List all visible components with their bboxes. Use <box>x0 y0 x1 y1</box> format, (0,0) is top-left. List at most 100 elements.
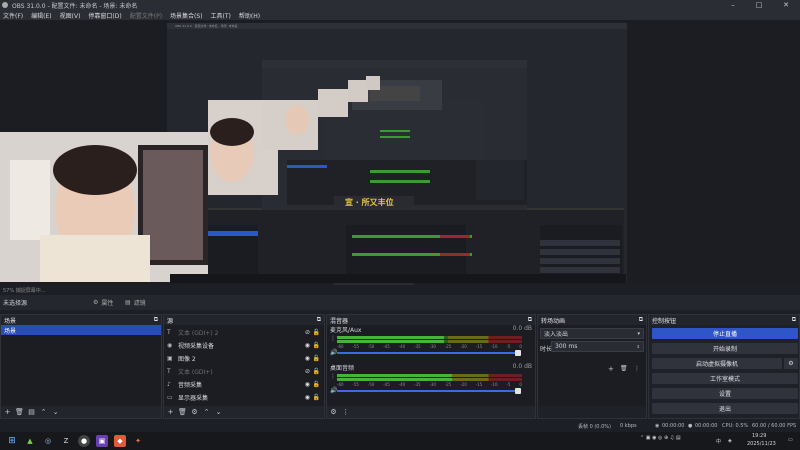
meter-ticks: -60 -55 -50 -45 -40 -35 -30 -25 -20 -15 -10 -5 0 <box>337 344 522 349</box>
volume-slider[interactable] <box>337 390 517 392</box>
source-row[interactable]: ▣ 图像 2 ◉ 🔓 <box>164 352 324 365</box>
source-row[interactable]: ◉ 视频采集设备 ◉ 🔓 <box>164 339 324 352</box>
scenes-list: 场景 <box>1 325 161 406</box>
lock-icon[interactable]: 🔓 <box>313 342 320 349</box>
source-row[interactable]: T 文本 (GDI+) ⊘ 🔓 <box>164 365 324 378</box>
chevron-down-icon[interactable]: ⌄ <box>214 408 223 417</box>
studio-mode-button[interactable]: 工作室模式 <box>652 373 798 384</box>
menu-profile[interactable]: 配置文件(P) <box>130 11 162 20</box>
minimize-button[interactable]: – <box>720 0 746 10</box>
meter-tick-label: -50 <box>367 344 375 349</box>
source-name: 音频采集 <box>178 382 203 389</box>
meter-tick-label: -30 <box>429 344 436 349</box>
preview-area[interactable]: 宣 · 所又丰位 OBS 31.0.0 - 配置文件: 未命名 - 场景: 未命… <box>0 20 800 285</box>
more-options-icon[interactable]: ⋮ <box>330 335 336 342</box>
input-language[interactable]: 中 <box>716 438 721 445</box>
tray-icons[interactable]: ⌃ ▣ ◉ ◎ ⊕ ♫ ▤ <box>640 435 681 441</box>
dock-undock-icon[interactable]: ⧉ <box>317 316 321 324</box>
mixer-channels: 麦克风/Aux 0.0 dB ⋮ -60 -55 -50 -45 -40 -35 -30 -2… <box>327 325 535 406</box>
menu-edit[interactable]: 编辑(E) <box>31 11 51 20</box>
more-options-icon[interactable]: ⋮ <box>330 373 336 380</box>
gear-icon[interactable]: ⚙ <box>190 408 199 417</box>
windows-start-icon[interactable]: ⊞ <box>6 435 18 447</box>
gear-icon[interactable]: ⚙ <box>329 408 338 417</box>
add-icon[interactable]: + <box>3 408 12 417</box>
source-row[interactable]: ♪ 音频采集 ◉ 🔓 <box>164 378 324 391</box>
eye-hidden-icon[interactable]: ⊘ <box>305 329 310 336</box>
dock-undock-icon[interactable]: ⧉ <box>528 316 532 324</box>
audio-meter <box>337 340 522 343</box>
lock-icon[interactable]: 🔓 <box>313 355 320 362</box>
network-icon[interactable]: ◈ <box>728 438 732 444</box>
scenes-dock-title: 场景 <box>4 317 17 325</box>
trash-icon[interactable]: 🗑 <box>15 408 24 417</box>
maximize-button[interactable]: □ <box>746 0 772 10</box>
more-options-icon[interactable]: ⋮ <box>341 408 350 417</box>
exit-button[interactable]: 退出 <box>652 403 798 414</box>
transition-select[interactable]: 淡入淡出 ▾ <box>540 328 644 339</box>
app-icon[interactable]: ◆ <box>114 435 126 447</box>
filters-button[interactable]: ▤ 滤镜 <box>125 297 146 308</box>
menu-view[interactable]: 视图(V) <box>60 11 81 20</box>
trash-icon[interactable]: 🗑 <box>620 365 628 372</box>
source-toolbar: 未选择源 ⚙ 属性 ▤ 滤镜 <box>0 295 800 310</box>
properties-button[interactable]: ⚙ 属性 <box>93 297 113 308</box>
captured-taskbar <box>170 274 626 283</box>
notification-icon[interactable]: ▭ <box>788 437 793 443</box>
steam-icon[interactable]: ◎ <box>42 435 54 447</box>
lock-icon[interactable]: 🔓 <box>313 381 320 388</box>
volume-slider-knob[interactable] <box>515 350 521 356</box>
eye-icon[interactable]: ◉ <box>305 342 310 349</box>
menu-help[interactable]: 帮助(H) <box>239 11 260 20</box>
menu-scene-collection[interactable]: 场景集合(S) <box>170 11 203 20</box>
eye-hidden-icon[interactable]: ⊘ <box>305 368 310 375</box>
scene-item[interactable]: 场景 <box>1 325 161 335</box>
stop-streaming-button[interactable]: 停止直播 <box>652 328 798 339</box>
trash-icon[interactable]: 🗑 <box>178 408 187 417</box>
add-icon[interactable]: + <box>608 365 614 373</box>
obs-icon[interactable]: ● <box>78 435 90 447</box>
filter-icon[interactable]: ▤ <box>27 408 36 417</box>
audio-meter <box>337 336 522 339</box>
dock-undock-icon[interactable]: ⧉ <box>792 316 796 324</box>
chevron-up-icon[interactable]: ⌃ <box>202 408 211 417</box>
lock-icon[interactable]: 🔓 <box>313 394 320 401</box>
chevron-up-icon[interactable]: ⌃ <box>39 408 48 417</box>
settings-button[interactable]: 设置 <box>652 388 798 399</box>
menu-tools[interactable]: 工具(T) <box>211 11 231 20</box>
gear-icon[interactable]: ⚙ <box>784 358 798 369</box>
eye-icon[interactable]: ◉ <box>305 394 310 401</box>
eye-icon[interactable]: ◉ <box>305 355 310 362</box>
source-row[interactable]: ▭ 显示器采集 ◉ 🔓 <box>164 391 324 404</box>
meter-tick-label: -55 <box>352 382 359 387</box>
menu-file[interactable]: 文件(F) <box>3 11 23 20</box>
duration-input[interactable]: 300 ms ⇕ <box>551 341 644 352</box>
volume-slider[interactable] <box>337 352 517 354</box>
meter-tick-label: -35 <box>414 344 421 349</box>
source-row[interactable]: T 文本 (GDI+) 2 ⊘ 🔓 <box>164 326 324 339</box>
add-icon[interactable]: + <box>166 408 175 417</box>
clock-date[interactable]: 2025/11/23 <box>747 441 776 447</box>
lock-icon[interactable]: 🔓 <box>313 368 320 375</box>
audio-meter-fill <box>337 336 445 339</box>
close-button[interactable]: ✕ <box>773 0 799 10</box>
menu-docks[interactable]: 停靠窗口(D) <box>88 11 121 20</box>
app-icon[interactable]: ✦ <box>132 435 144 447</box>
start-virtual-camera-button[interactable]: 启动虚拟摄像机 <box>652 358 782 369</box>
scenes-toolbar: + 🗑 ▤ ⌃ ⌄ <box>1 406 161 418</box>
volume-slider-knob[interactable] <box>515 388 521 394</box>
chevron-down-icon[interactable]: ⌄ <box>51 408 60 417</box>
more-options-icon[interactable]: ⋮ <box>634 365 640 372</box>
app-icon[interactable]: Z <box>60 435 72 447</box>
meter-ticks: -60 -55 -50 -45 -40 -35 -30 -25 -20 -15 -10 -5 0 <box>337 382 522 387</box>
app-icon[interactable]: ▣ <box>96 435 108 447</box>
controls-dock-title: 控制按钮 <box>652 317 677 325</box>
start-recording-button[interactable]: 开始录制 <box>652 343 798 354</box>
app-icon[interactable]: ▲ <box>24 435 36 447</box>
clock-time[interactable]: 19:29 <box>752 433 766 439</box>
audio-meter <box>337 378 522 381</box>
eye-icon[interactable]: ◉ <box>305 381 310 388</box>
dock-undock-icon[interactable]: ⧉ <box>154 316 158 324</box>
dock-undock-icon[interactable]: ⧉ <box>639 316 643 324</box>
lock-icon[interactable]: 🔓 <box>313 329 320 336</box>
